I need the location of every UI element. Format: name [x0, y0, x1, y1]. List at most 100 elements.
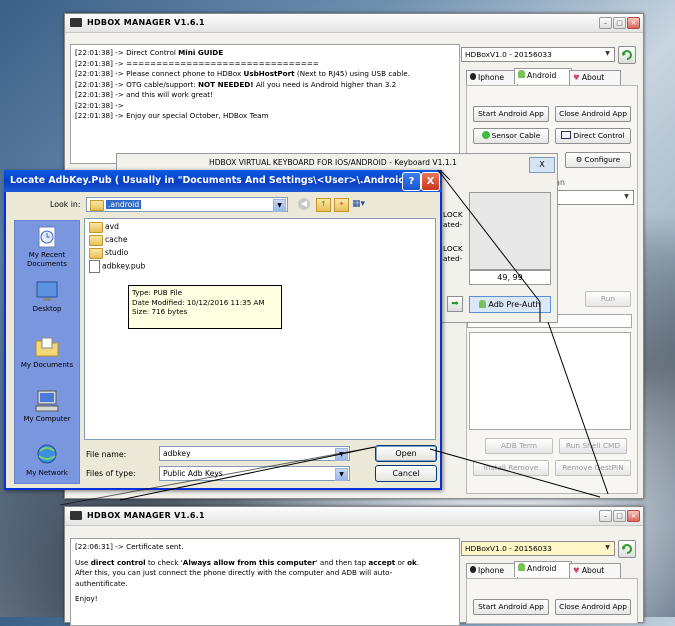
log-line: [22:01:38] -> Enjoy our special October,… — [75, 111, 269, 120]
list-item[interactable]: cache — [89, 234, 128, 246]
file-name: adbkey.pub — [102, 261, 146, 271]
tab-about-label: About — [581, 73, 605, 82]
files-of-type-select[interactable]: Public Adb Keys ▼ — [159, 466, 350, 481]
look-in-value: .android — [106, 200, 142, 209]
remove-gesture-button[interactable]: Remove GestPIN — [555, 460, 631, 476]
help-button[interactable]: ? — [402, 172, 421, 191]
minimize-icon[interactable]: – — [599, 510, 612, 522]
adb-preauth-button[interactable]: Adb Pre-Auth — [469, 296, 551, 313]
coords-field: 49, 99 — [469, 270, 551, 285]
lock-label-2: LOCK ated- — [443, 244, 463, 264]
list-item[interactable]: adbkey.pub — [89, 260, 146, 273]
place-desktop[interactable]: Desktop — [15, 279, 79, 314]
close-icon[interactable]: × — [627, 17, 640, 29]
place-my-computer[interactable]: My Computer — [15, 389, 79, 424]
lan-select[interactable]: ▼ — [547, 190, 634, 205]
list-item[interactable]: studio — [89, 247, 129, 259]
place-label: My Documents — [20, 361, 74, 369]
window-titlebar[interactable]: HDBOX MANAGER V1.6.1 – □ × — [65, 507, 643, 526]
tab-iphone[interactable]: Iphone — [466, 563, 518, 578]
close-icon[interactable]: × — [627, 510, 640, 522]
log-line: After this, you can just connect the pho… — [75, 568, 393, 577]
log-panel: [22:06:31] -> Certificate sent. Use dire… — [70, 538, 460, 626]
log-line: Enjoy! — [75, 594, 98, 603]
file-list[interactable]: avd cache studio adbkey.pub — [84, 218, 436, 440]
device-select[interactable]: HDBoxV1.0 - 20156033 ▼ — [461, 47, 615, 62]
tab-android[interactable]: Android — [514, 561, 572, 577]
tab-about[interactable]: ♥ About — [569, 70, 621, 85]
configure-button[interactable]: ⚙ Configure — [565, 152, 631, 168]
chevron-down-icon: ▼ — [624, 193, 629, 200]
close-android-app-button[interactable]: Close Android App — [555, 599, 631, 615]
dialog-close-button[interactable]: X — [421, 172, 440, 191]
place-my-documents[interactable]: My Documents — [15, 335, 79, 370]
open-file-dialog: Locate AdbKey.Pub ( Usually in "Document… — [4, 170, 442, 490]
look-in-select[interactable]: .android ▼ — [86, 197, 288, 212]
hdbox-manager-window-2: HDBOX MANAGER V1.6.1 – □ × [22:06:31] ->… — [64, 506, 644, 626]
coords-text: 49, 99 — [497, 273, 523, 282]
android-icon — [518, 70, 525, 78]
view-menu-icon[interactable]: ▦▾ — [352, 198, 370, 210]
dialog-titlebar[interactable]: Locate AdbKey.Pub ( Usually in "Document… — [4, 170, 442, 192]
gear-icon: ⚙ — [575, 155, 583, 164]
folder-icon — [89, 221, 103, 233]
run-shell-button[interactable]: Run Shell CMD — [559, 438, 627, 454]
place-my-network[interactable]: My Network — [15, 443, 79, 478]
apple-icon — [470, 73, 476, 80]
cancel-button[interactable]: Cancel — [375, 465, 437, 482]
tooltip-line: Size: 716 bytes — [132, 307, 188, 317]
install-remove-button[interactable]: Install Remove — [473, 460, 549, 476]
android-icon — [479, 300, 487, 308]
places-bar: My Recent Documents Desktop My Documents… — [14, 220, 80, 484]
chevron-down-icon: ▼ — [605, 50, 610, 57]
sensor-cable-button[interactable]: Sensor Cable — [473, 128, 549, 144]
direct-control-button[interactable]: Direct Control — [555, 128, 631, 144]
place-recent-documents[interactable]: My Recent Documents — [15, 225, 79, 269]
chevron-down-icon: ▼ — [605, 544, 610, 551]
tab-android[interactable]: Android — [514, 68, 572, 84]
tab-iphone[interactable]: Iphone — [466, 70, 518, 85]
new-folder-icon[interactable]: ✦ — [334, 198, 349, 212]
log-line: [22:01:38] -> Direct Control Mini GUIDE — [75, 48, 224, 57]
adb-term-button[interactable]: ADB Term — [485, 438, 553, 454]
back-icon[interactable]: ◀ — [298, 198, 310, 210]
keyboard-close-button[interactable]: X — [529, 157, 555, 173]
tab-about-label: About — [581, 566, 605, 575]
log-panel: [22:01:38] -> Direct Control Mini GUIDE [… — [70, 44, 460, 164]
file-name-input[interactable]: adbkey ▼ — [159, 446, 350, 461]
device-select-value: HDBoxV1.0 - 20156033 — [465, 50, 552, 59]
open-button[interactable]: Open — [375, 445, 437, 462]
place-label: My Recent Documents — [27, 251, 67, 268]
file-icon — [89, 260, 100, 273]
tooltip-line: Date Modified: 10/12/2016 11:35 AM — [132, 297, 265, 307]
place-label: Desktop — [32, 305, 62, 313]
android-panel: Start Android App Close Android App — [466, 578, 638, 624]
tab-android-label: Android — [527, 564, 557, 573]
log-line: [22:01:38] -> and this will work great! — [75, 90, 213, 99]
lock-label-1: LOCK ated- — [443, 210, 463, 230]
file-name: avd — [105, 222, 119, 231]
device-select[interactable]: HDBoxV1.0 - 20156033 ▼ — [461, 541, 615, 556]
refresh-icon[interactable] — [618, 46, 636, 64]
log-line: [22:01:38] -> OTG cable/support: NOT NEE… — [75, 79, 397, 89]
arrow-right-button[interactable]: ➡ — [447, 296, 463, 312]
close-android-app-button[interactable]: Close Android App — [555, 106, 631, 122]
keyboard-preview — [469, 192, 551, 270]
run-button[interactable]: Run — [585, 291, 631, 307]
up-folder-icon[interactable]: ↑ — [316, 198, 331, 212]
chevron-down-icon[interactable]: ▼ — [335, 448, 348, 461]
refresh-icon[interactable] — [618, 540, 636, 558]
place-label: My Computer — [23, 415, 71, 423]
maximize-icon[interactable]: □ — [613, 17, 626, 29]
window-titlebar[interactable]: HDBOX MANAGER V1.6.1 – □ × — [65, 14, 643, 33]
list-item[interactable]: avd — [89, 221, 119, 233]
start-android-app-button[interactable]: Start Android App — [473, 599, 549, 615]
log-line: [22:01:38] -> Please connect phone to HD… — [75, 69, 410, 78]
maximize-icon[interactable]: □ — [613, 510, 626, 522]
place-label: My Network — [26, 469, 68, 477]
green-dot-icon — [481, 131, 490, 139]
file-name: studio — [105, 248, 129, 257]
start-android-app-button[interactable]: Start Android App — [473, 106, 549, 122]
minimize-icon[interactable]: – — [599, 17, 612, 29]
tab-about[interactable]: ♥ About — [569, 563, 621, 578]
